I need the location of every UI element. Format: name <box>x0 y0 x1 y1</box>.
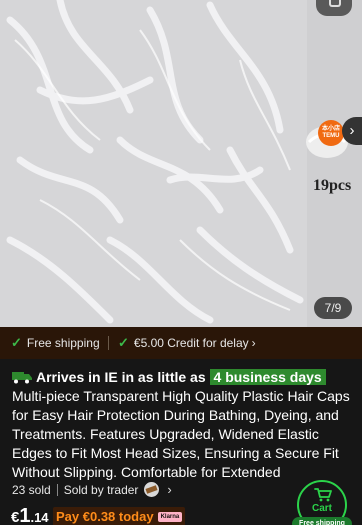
chevron-right-icon: › <box>251 336 256 350</box>
klarna-logo: Klarna <box>157 511 183 522</box>
pay-later-offer[interactable]: Pay €0.38 today Klarna <box>53 507 186 525</box>
price-integer: 1 <box>19 505 31 525</box>
arrival-days-badge: 4 business days <box>209 369 326 385</box>
arrival-prefix: Arrives in IE in as little as <box>36 369 206 385</box>
delay-credit-item[interactable]: ✓ €5.00 Credit for delay › <box>118 335 256 351</box>
check-icon: ✓ <box>11 335 22 350</box>
free-shipping-label: Free shipping <box>26 336 100 350</box>
chevron-right-icon[interactable]: › <box>342 117 362 145</box>
chevron-right-icon[interactable]: › <box>167 482 171 497</box>
price-currency: € <box>11 509 20 525</box>
trader-avatar-icon[interactable] <box>144 482 160 497</box>
sold-count: 23 sold <box>12 482 51 497</box>
image-counter: 7/9 <box>314 297 352 319</box>
meta-divider <box>56 483 58 496</box>
shipping-banner[interactable]: ✓ Free shipping ✓ €5.00 Credit for delay… <box>0 327 362 359</box>
product-title[interactable]: Arrives in IE in as little as 4 business… <box>12 368 352 482</box>
price: € 1 .14 <box>11 505 49 525</box>
delay-credit-label: €5.00 Credit for delay <box>133 336 249 350</box>
badge-line-1: 本小店 <box>321 126 340 132</box>
product-photo[interactable] <box>0 0 307 327</box>
cart-free-shipping-tag: Free shipping <box>292 517 352 525</box>
banner-divider <box>108 336 109 350</box>
pay-later-text: Pay €0.38 today <box>56 509 154 524</box>
free-shipping-item[interactable]: ✓ Free shipping <box>11 335 100 351</box>
pcs-label: 19pcs <box>313 177 352 194</box>
cart-label: Cart <box>311 503 332 514</box>
product-image-gallery[interactable]: 本小店 TEMU › 19pcs 7/9 <box>0 0 362 327</box>
temu-logo-badge: 本小店 TEMU <box>318 120 344 146</box>
check-icon: ✓ <box>118 335 129 350</box>
seller-meta: 23 sold Sold by trader › <box>12 482 172 497</box>
product-title-text: Multi-piece Transparent High Quality Pla… <box>12 388 350 480</box>
thumbnail-strip <box>307 0 362 327</box>
share-icon <box>329 0 341 7</box>
price-decimal: .14 <box>30 510 49 525</box>
cart-icon <box>314 488 332 502</box>
truck-icon <box>12 372 32 384</box>
badge-line-2: TEMU <box>322 133 340 139</box>
sold-by-label[interactable]: Sold by trader <box>64 483 139 497</box>
